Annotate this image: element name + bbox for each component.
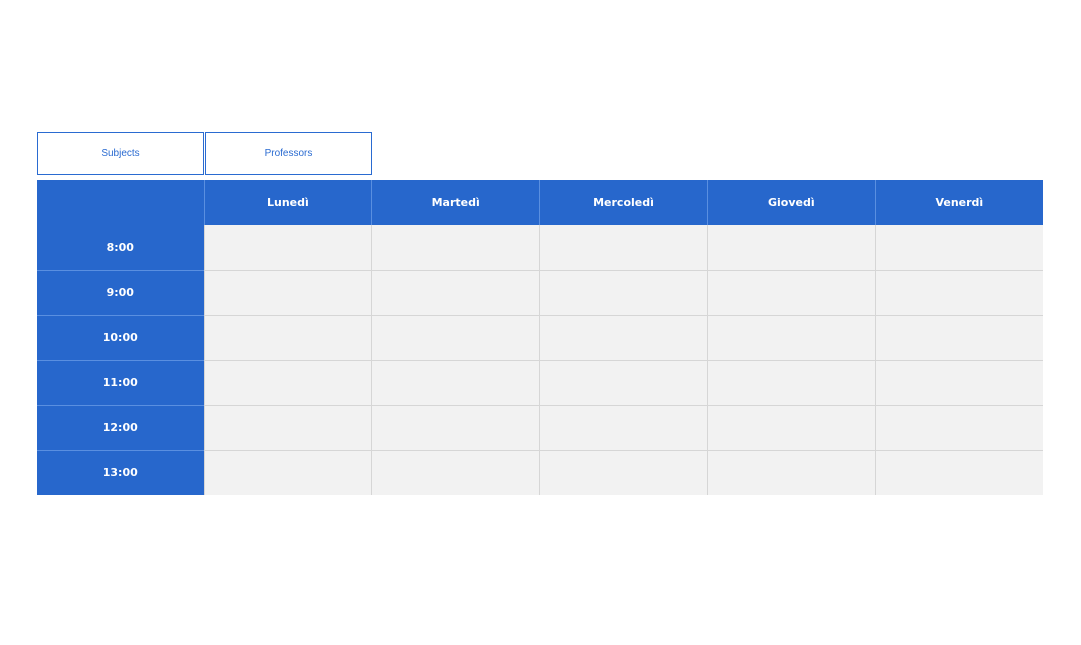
timetable-cell[interactable]	[203, 269, 372, 315]
timetable-cell[interactable]	[371, 359, 540, 405]
timetable-cell[interactable]	[874, 225, 1043, 270]
time-label: 10:00	[37, 314, 204, 360]
day-header-mercoledi: Mercoledì	[539, 180, 708, 225]
timetable-cell[interactable]	[539, 404, 708, 450]
timetable-cell[interactable]	[874, 314, 1043, 360]
time-label: 11:00	[37, 359, 204, 405]
timetable-cell[interactable]	[706, 269, 876, 315]
timetable-cell[interactable]	[706, 314, 876, 360]
time-label: 9:00	[37, 269, 204, 315]
table-row: 12:00	[37, 404, 1043, 450]
timetable-cell[interactable]	[371, 225, 540, 270]
time-label: 12:00	[37, 404, 204, 450]
timetable-cell[interactable]	[706, 225, 876, 270]
timetable-cell[interactable]	[539, 359, 708, 405]
day-header-martedi: Martedì	[371, 180, 540, 225]
timetable-cell[interactable]	[371, 404, 540, 450]
timetable-cell[interactable]	[371, 449, 540, 495]
timetable-cell[interactable]	[203, 314, 372, 360]
timetable-cell[interactable]	[706, 449, 876, 495]
timetable-cell[interactable]	[874, 269, 1043, 315]
timetable-cell[interactable]	[203, 359, 372, 405]
timetable: Lunedì Martedì Mercoledì Giovedì Venerdì…	[37, 180, 1043, 495]
tab-bar: Subjects Professors	[37, 132, 372, 175]
table-row: 13:00	[37, 449, 1043, 495]
corner-cell	[37, 180, 204, 225]
timetable-cell[interactable]	[539, 314, 708, 360]
timetable-cell[interactable]	[539, 269, 708, 315]
table-row: 11:00	[37, 359, 1043, 405]
timetable-cell[interactable]	[203, 449, 372, 495]
timetable-cell[interactable]	[706, 359, 876, 405]
timetable-cell[interactable]	[706, 404, 876, 450]
timetable-cell[interactable]	[874, 404, 1043, 450]
timetable-cell[interactable]	[874, 359, 1043, 405]
tab-professors[interactable]: Professors	[205, 132, 372, 175]
day-header-venerdi: Venerdì	[874, 180, 1043, 225]
timetable-cell[interactable]	[203, 225, 372, 270]
time-label: 13:00	[37, 449, 204, 495]
time-label: 8:00	[37, 225, 204, 270]
timetable-cell[interactable]	[874, 449, 1043, 495]
table-row: 9:00	[37, 269, 1043, 315]
timetable-cell[interactable]	[371, 314, 540, 360]
timetable-header-row: Lunedì Martedì Mercoledì Giovedì Venerdì	[37, 180, 1043, 225]
timetable-cell[interactable]	[539, 225, 708, 270]
table-row: 8:00	[37, 225, 1043, 270]
timetable-cell[interactable]	[371, 269, 540, 315]
timetable-cell[interactable]	[539, 449, 708, 495]
day-header-lunedi: Lunedì	[203, 180, 372, 225]
table-row: 10:00	[37, 314, 1043, 360]
day-header-giovedi: Giovedì	[706, 180, 876, 225]
timetable-cell[interactable]	[203, 404, 372, 450]
tab-subjects[interactable]: Subjects	[37, 132, 204, 175]
